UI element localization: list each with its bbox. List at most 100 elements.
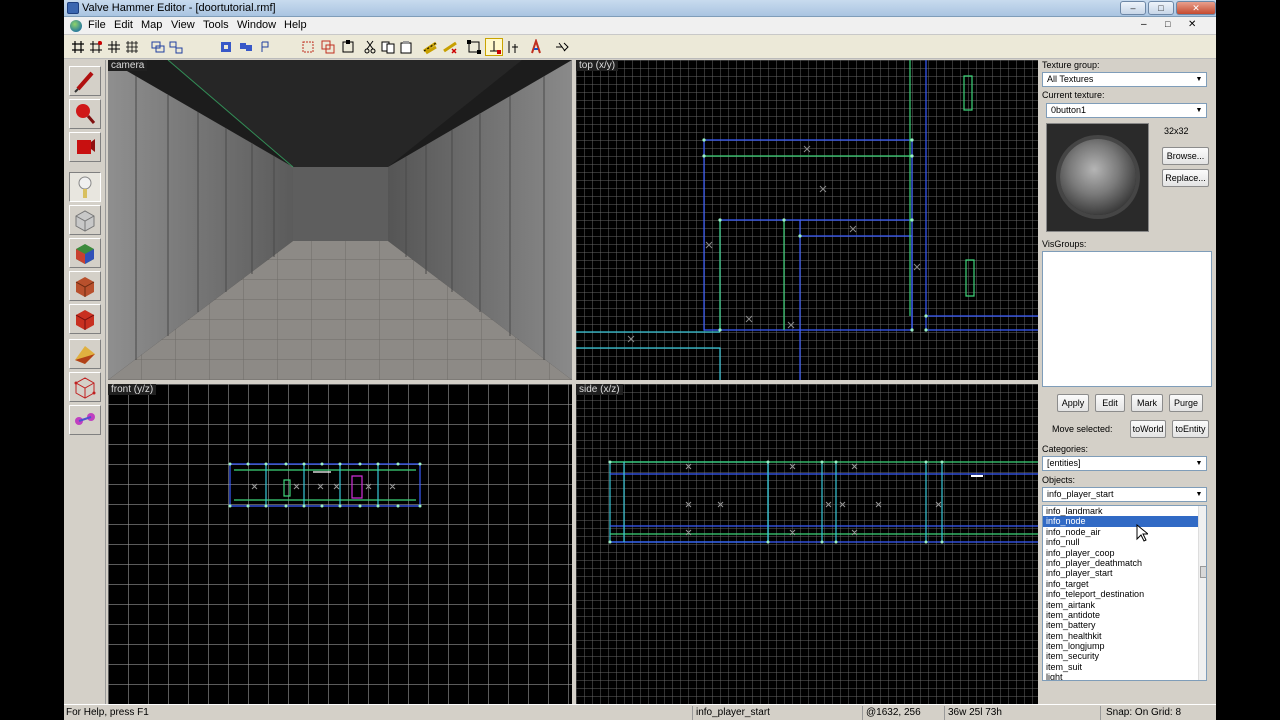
object-list-item[interactable]: item_suit <box>1043 662 1206 672</box>
copy-icon[interactable] <box>320 39 336 55</box>
cordon-icon[interactable] <box>300 39 316 55</box>
clip-icon[interactable] <box>504 39 520 55</box>
menu-help[interactable]: Help <box>284 19 307 31</box>
texture-group-dropdown[interactable]: All Textures ▼ <box>1042 72 1207 87</box>
texture-size: 32x32 <box>1164 126 1189 136</box>
paste-icon[interactable] <box>340 39 356 55</box>
categories-dropdown[interactable]: [entities] ▼ <box>1042 456 1207 471</box>
mark-button[interactable]: Mark <box>1131 394 1163 412</box>
side-viewport[interactable]: side (x/z) <box>576 384 1038 704</box>
apply-button[interactable]: Apply <box>1057 394 1089 412</box>
replace-button[interactable]: Replace... <box>1162 169 1209 187</box>
camera-viewport-label: camera <box>108 60 148 71</box>
minimize-button[interactable]: – <box>1120 1 1146 15</box>
magnify-tool-button[interactable] <box>69 99 101 129</box>
purge-button[interactable]: Purge <box>1169 394 1203 412</box>
edit-button[interactable]: Edit <box>1095 394 1125 412</box>
hammer-app-icon <box>67 2 79 14</box>
block-tool-icon <box>75 210 95 232</box>
mdi-close-button[interactable]: ✕ <box>1188 19 1196 30</box>
camera-tool-button[interactable] <box>69 132 101 162</box>
menu-view[interactable]: View <box>171 19 195 31</box>
chevron-down-icon: ▼ <box>1195 107 1203 114</box>
mdi-restore-button[interactable]: □ <box>1165 19 1170 29</box>
top-viewport[interactable]: top (x/y) <box>576 60 1038 380</box>
scrollbar-thumb[interactable] <box>1200 566 1206 578</box>
vertex-manipulation-button[interactable] <box>69 372 101 402</box>
object-list-item[interactable]: info_player_start <box>1043 568 1206 578</box>
object-list-item[interactable]: item_airtank <box>1043 600 1206 610</box>
texture-lock-icon[interactable] <box>422 39 438 55</box>
larger-grid-icon[interactable] <box>124 39 140 55</box>
current-texture-dropdown[interactable]: 0button1 ▼ <box>1046 103 1207 118</box>
menu-map[interactable]: Map <box>141 19 162 31</box>
objects-scrollbar[interactable] <box>1198 506 1206 680</box>
entity-tool-icon <box>78 176 92 198</box>
to-world-button[interactable]: toWorld <box>1130 420 1166 438</box>
object-list-item[interactable]: info_player_coop <box>1043 548 1206 558</box>
object-list-item[interactable]: info_landmark <box>1043 506 1206 516</box>
globe-icon[interactable] <box>70 20 82 32</box>
block-tool-button[interactable] <box>69 205 101 235</box>
object-list-item[interactable]: item_battery <box>1043 620 1206 630</box>
object-list-item[interactable]: item_antidote <box>1043 610 1206 620</box>
object-list-item[interactable]: item_longjump <box>1043 641 1206 651</box>
path-tool-button[interactable] <box>69 405 101 435</box>
texture-application-button[interactable] <box>69 238 101 268</box>
cut-icon[interactable] <box>362 39 378 55</box>
vertex-icon[interactable] <box>466 39 482 55</box>
select-icon[interactable] <box>485 38 503 56</box>
object-list-item[interactable]: light <box>1043 672 1206 680</box>
top-viewport-label: top (x/y) <box>576 60 619 71</box>
clipping-tool-button[interactable] <box>69 339 101 369</box>
camera-viewport[interactable]: camera <box>108 60 572 380</box>
menu-tools[interactable]: Tools <box>203 19 229 31</box>
hammer-editor-window: Valve Hammer Editor - [doortutorial.rmf]… <box>64 0 1216 720</box>
smaller-grid-icon[interactable] <box>106 39 122 55</box>
hollow-icon[interactable] <box>238 39 254 55</box>
menu-window[interactable]: Window <box>237 19 276 31</box>
path-tool-icon <box>75 413 95 425</box>
side-viewport-label: side (x/z) <box>576 384 623 395</box>
to-entity-button[interactable]: toEntity <box>1172 420 1209 438</box>
carve-icon[interactable] <box>218 39 234 55</box>
visgroups-list[interactable] <box>1042 251 1212 387</box>
object-list-item[interactable]: item_healthkit <box>1043 631 1206 641</box>
texture-application-icon <box>76 244 94 264</box>
object-list-item[interactable]: info_node_air <box>1043 527 1206 537</box>
objects-label: Objects: <box>1042 475 1076 485</box>
object-list-item[interactable]: info_node <box>1043 516 1206 527</box>
grid-toggle-icon[interactable] <box>88 39 104 55</box>
entity-icon[interactable] <box>528 39 544 55</box>
camera-3d-render <box>108 60 572 380</box>
maximize-button[interactable]: □ <box>1148 1 1174 15</box>
menu-edit[interactable]: Edit <box>114 19 133 31</box>
group-icon[interactable] <box>150 39 166 55</box>
browse-button[interactable]: Browse... <box>1162 147 1209 165</box>
selection-tool-button[interactable] <box>69 66 101 96</box>
object-list-item[interactable]: info_teleport_destination <box>1043 589 1206 599</box>
front-viewport[interactable]: front (y/z) <box>108 384 572 704</box>
object-list-item[interactable]: info_player_deathmatch <box>1043 558 1206 568</box>
hide-icon[interactable] <box>258 39 274 55</box>
ungroup-icon[interactable] <box>168 39 184 55</box>
front-viewport-label: front (y/z) <box>108 384 157 395</box>
object-list-item[interactable]: item_security <box>1043 651 1206 661</box>
undo-icon[interactable] <box>380 39 396 55</box>
run-map-icon[interactable] <box>554 39 570 55</box>
apply-texture-button[interactable] <box>69 271 101 301</box>
objects-dropdown[interactable]: info_player_start ▼ <box>1042 487 1207 502</box>
grid-icon[interactable] <box>70 39 86 55</box>
texture-apply-icon[interactable] <box>442 39 458 55</box>
entity-tool-button[interactable] <box>69 172 101 202</box>
mdi-minimize-button[interactable]: – <box>1141 19 1147 30</box>
objects-dropdown-list[interactable]: info_landmark info_node info_node_air info_… <box>1042 505 1207 681</box>
object-list-item[interactable]: info_target <box>1043 579 1206 589</box>
object-list-item[interactable]: info_null <box>1043 537 1206 547</box>
top-wireframe <box>576 60 1038 380</box>
close-button[interactable]: ✕ <box>1176 1 1216 15</box>
decal-tool-button[interactable] <box>69 304 101 334</box>
menu-file[interactable]: File <box>88 19 106 31</box>
categories-label: Categories: <box>1042 444 1089 454</box>
redo-icon[interactable] <box>398 39 414 55</box>
